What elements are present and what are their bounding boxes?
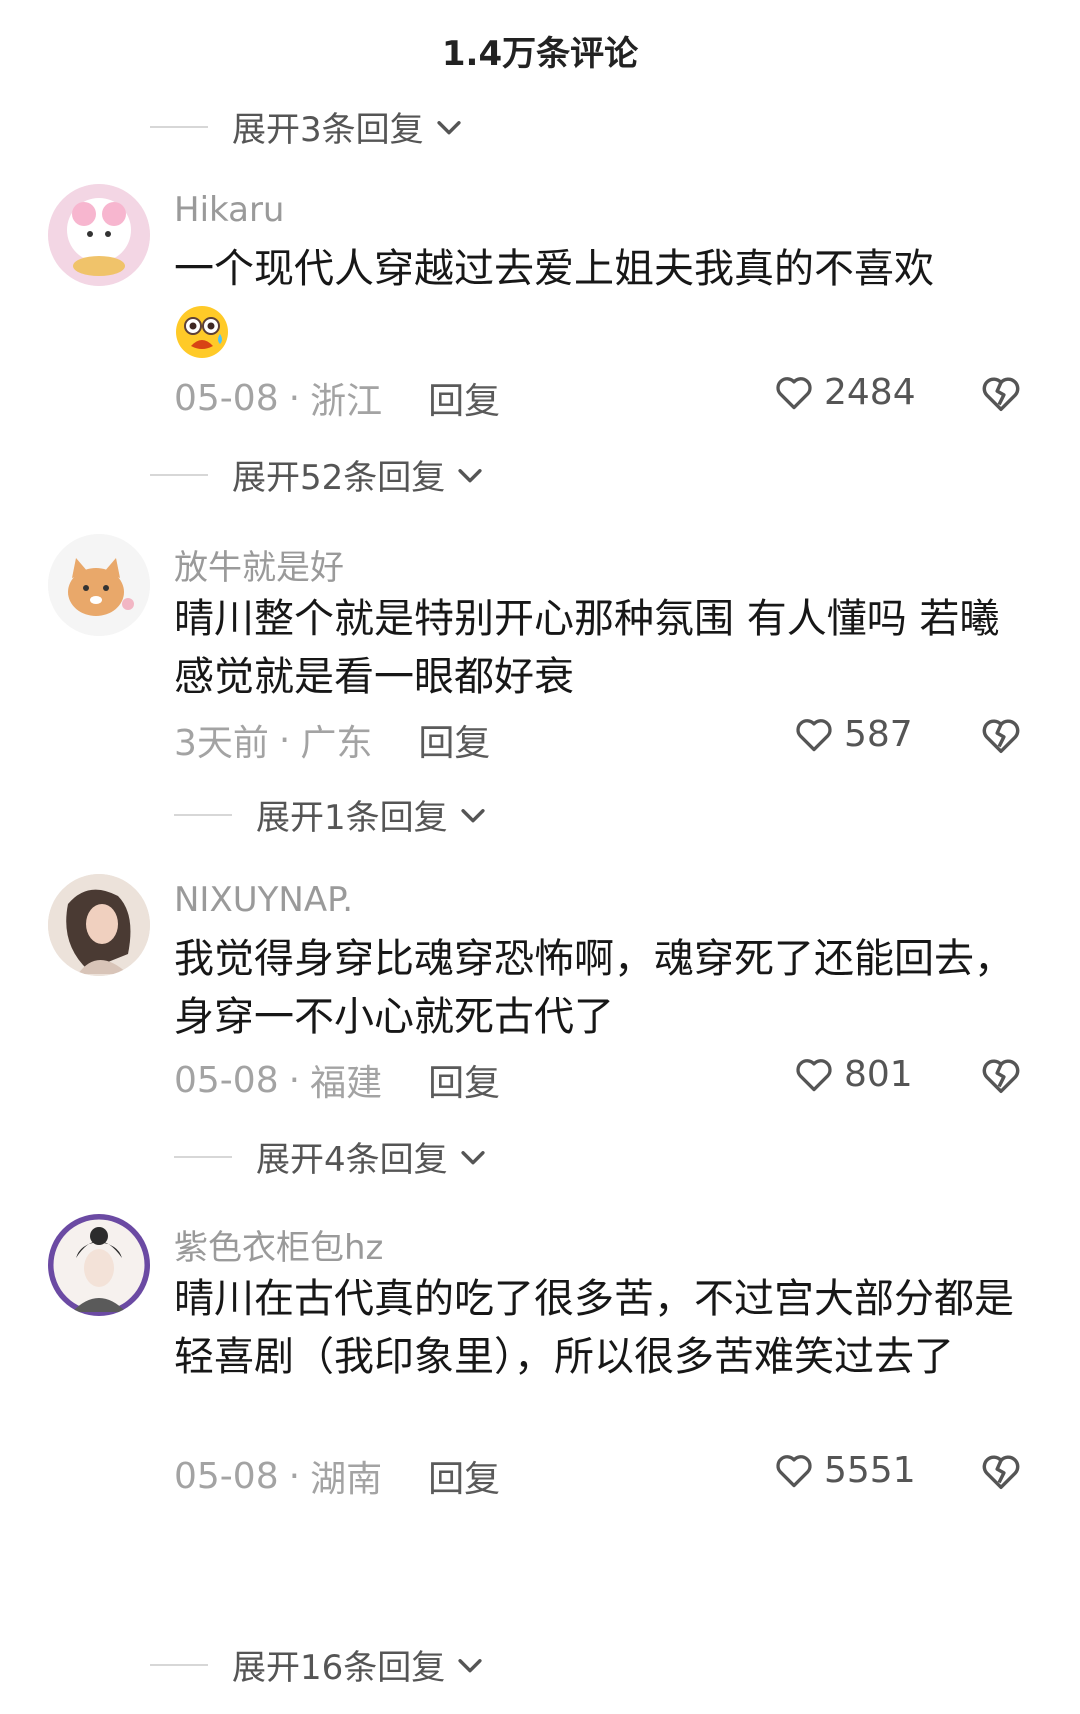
username[interactable]: Hikaru [174,190,284,230]
expand-replies-label: 展开16条回复 [232,1648,446,1688]
chevron-down-icon [458,1658,482,1672]
comment-location: 浙江 [310,381,383,422]
chevron-down-icon [461,1150,485,1164]
comment-location: 广东 [300,723,373,764]
broken-heart-icon [982,1455,1020,1490]
comment-text: 晴川在古代真的吃了很多苦，不过宫大部分都是轻喜剧（我印象里），所以很多苦难笑过去… [174,1276,1014,1380]
comment-text-content: 一个现代人穿越过去爱上姐夫我真的不喜欢 [174,246,934,292]
comments-title: 1.4万条评论 [441,34,639,74]
like-count: 2484 [824,371,916,413]
avatar[interactable] [48,1214,150,1316]
broken-heart-icon [982,377,1020,412]
chevron-down-icon [461,808,485,822]
meta-separator: · [288,377,301,419]
expand-replies-label: 展开52条回复 [232,458,446,498]
dislike-button[interactable] [978,1448,1024,1498]
like-button[interactable]: 5551 [772,1448,916,1492]
comment-date: 3天前 [174,723,269,764]
meta-separator: · [288,1059,301,1101]
comment-text: 我觉得身穿比魂穿恐怖啊，魂穿死了还能回去，身穿一不小心就死古代了 [174,936,1014,1040]
comment-meta: 05-08 · 福建 回复 [174,1054,500,1106]
reply-button[interactable]: 回复 [428,1054,500,1106]
username[interactable]: 放牛就是好 [174,540,344,589]
chevron-down-icon [458,468,482,482]
dislike-button[interactable] [978,1052,1024,1102]
broken-heart-icon [982,719,1020,754]
expand-replies-label: 展开3条回复 [232,110,424,150]
comment-location: 湖南 [310,1459,383,1500]
avatar[interactable] [48,874,150,976]
divider-line [174,1155,232,1158]
comment-date: 05-08 [174,377,279,419]
divider-line [150,473,208,476]
comment-meta: 05-08 · 湖南 回复 [174,1450,500,1502]
reply-button[interactable]: 回复 [428,372,500,424]
divider-line [174,813,232,816]
expand-replies-button[interactable]: 展开16条回复 [150,1640,487,1689]
heart-outline-icon [776,377,812,410]
broken-heart-icon [982,1059,1020,1094]
avatar[interactable] [48,184,150,286]
reply-button[interactable]: 回复 [428,1450,500,1502]
like-button[interactable]: 587 [792,712,913,756]
chevron-down-icon [437,120,461,134]
username[interactable]: 紫色衣柜包hz [174,1220,383,1269]
username[interactable]: NIXUYNAP. [174,880,353,920]
divider-line [150,1663,208,1666]
avatar[interactable] [48,534,150,636]
heart-outline-icon [776,1455,812,1488]
reply-button[interactable]: 回复 [418,714,490,766]
like-count: 587 [844,713,913,755]
flushed-scared-emoji [176,306,228,358]
comment-location: 福建 [310,1063,383,1104]
dislike-button[interactable] [978,712,1024,762]
expand-replies-button[interactable]: 展开3条回复 [150,102,466,151]
meta-separator: · [288,1455,301,1497]
comment-text: 晴川整个就是特别开心那种氛围 有人懂吗 若曦感觉就是看一眼都好衰 [174,596,1000,700]
comment-text: 一个现代人穿越过去爱上姐夫我真的不喜欢 [174,240,1034,376]
expand-replies-button[interactable]: 展开1条回复 [174,790,490,839]
comment-meta: 3天前 · 广东 回复 [174,714,490,766]
dislike-button[interactable] [978,370,1024,420]
comment-date: 05-08 [174,1455,279,1497]
expand-replies-button[interactable]: 展开52条回复 [150,450,487,499]
expand-replies-button[interactable]: 展开4条回复 [174,1132,490,1181]
comment-date: 05-08 [174,1059,279,1101]
heart-outline-icon [796,719,832,752]
expand-replies-label: 展开4条回复 [256,1140,448,1180]
like-count: 801 [844,1053,913,1095]
like-button[interactable]: 801 [792,1052,913,1096]
comment-meta: 05-08 · 浙江 回复 [174,372,500,424]
expand-replies-label: 展开1条回复 [256,798,448,838]
divider-line [150,125,208,128]
heart-outline-icon [796,1059,832,1092]
meta-separator: · [278,719,291,761]
like-button[interactable]: 2484 [772,370,916,414]
like-count: 5551 [824,1449,916,1491]
